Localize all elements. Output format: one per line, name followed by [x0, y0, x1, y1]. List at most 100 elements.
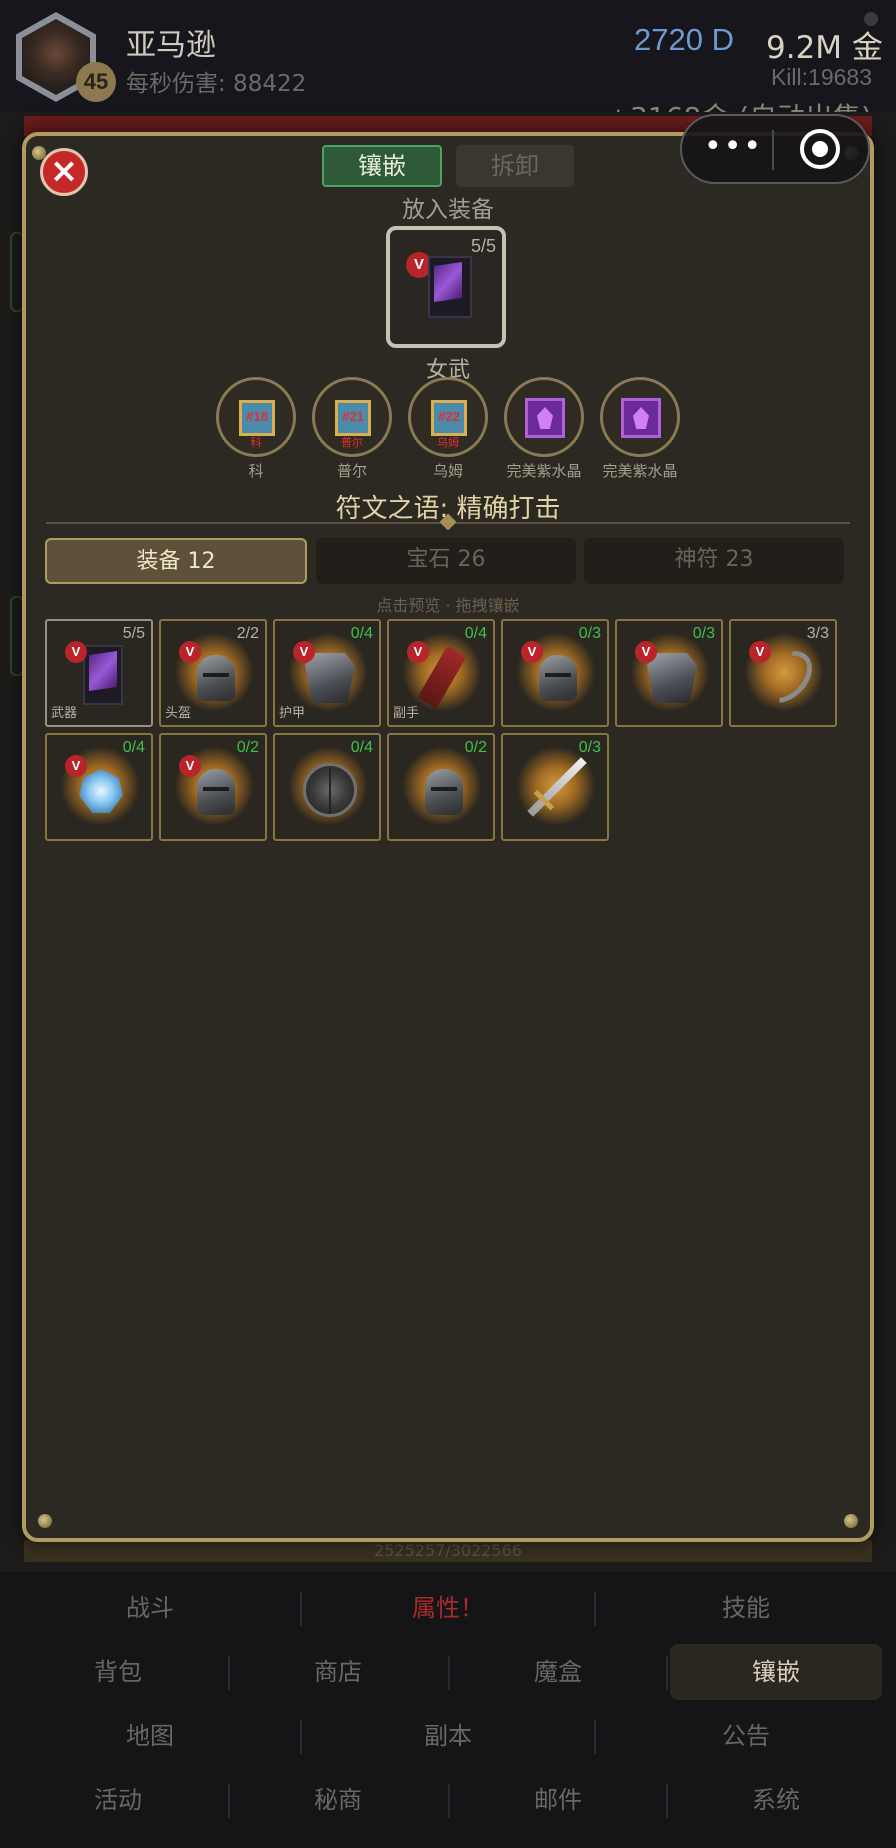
slot-label: 副手: [393, 706, 420, 721]
equipment-item[interactable]: V 0/2: [159, 733, 267, 841]
socket-count: 0/2: [236, 739, 259, 756]
v-badge: V: [179, 755, 201, 777]
helmet-icon: [539, 655, 577, 701]
equipment-item[interactable]: V 2/2 头盔: [159, 619, 267, 727]
socket-4[interactable]: [504, 377, 584, 457]
v-badge: V: [521, 641, 543, 663]
nav-map[interactable]: 地图: [0, 1710, 300, 1762]
filter-tab-gems[interactable]: 宝石 26: [316, 538, 576, 584]
socket-label: 普尔: [336, 462, 367, 480]
rune-sublabel: 普尔: [341, 436, 363, 449]
equipment-item[interactable]: V 3/3: [729, 619, 837, 727]
socket-1[interactable]: #18 科: [216, 377, 296, 457]
nav-divider: [666, 1784, 668, 1818]
shield-icon: [303, 763, 357, 817]
nav-attributes[interactable]: 属性！: [300, 1582, 596, 1634]
close-button[interactable]: ×: [40, 148, 88, 196]
nav-divider: [666, 1656, 668, 1690]
socket-count: 5/5: [470, 236, 496, 256]
socket-2[interactable]: #21 普尔: [312, 377, 392, 457]
corner-rivet: [844, 1514, 858, 1528]
socket-label: 乌姆: [432, 462, 463, 480]
equipment-item[interactable]: V 0/4 副手: [387, 619, 495, 727]
kill-count: Kill:19683: [770, 64, 872, 90]
nav-system[interactable]: 系统: [676, 1774, 876, 1826]
helmet-icon: [425, 769, 463, 815]
socket-count: 2/2: [236, 625, 259, 642]
rune-icon: #18: [239, 400, 275, 436]
socket-count: 0/3: [578, 625, 601, 642]
tab-inlay[interactable]: 镶嵌: [322, 145, 442, 187]
hp-bar: 2525257/3022566: [24, 1540, 872, 1562]
slot-label: 护甲: [279, 706, 306, 721]
equipment-item[interactable]: V 0/4 护甲: [273, 619, 381, 727]
socket-count: 0/3: [692, 625, 715, 642]
exit-target-icon[interactable]: [800, 129, 840, 169]
equipment-item[interactable]: V 0/4: [45, 733, 153, 841]
equipment-item[interactable]: V 5/5 武器: [45, 619, 153, 727]
equipment-item[interactable]: 0/3: [501, 733, 609, 841]
nav-secret-shop[interactable]: 秘商: [238, 1774, 438, 1826]
socket-label: 完美紫水晶: [602, 462, 678, 480]
rune-sublabel: 科: [250, 436, 262, 449]
socket-count: 3/3: [806, 625, 829, 642]
notification-dot: [864, 12, 878, 26]
v-badge: V: [749, 641, 771, 663]
level-badge: 45: [76, 62, 116, 102]
v-badge: V: [179, 641, 201, 663]
socket-5[interactable]: [600, 377, 680, 457]
rune-icon: #22: [431, 400, 467, 436]
place-equipment-label: 放入装备: [402, 197, 494, 223]
nav-battle[interactable]: 战斗: [0, 1582, 300, 1634]
socket-count: 0/3: [578, 739, 601, 756]
nav-mail[interactable]: 邮件: [458, 1774, 658, 1826]
nav-divider: [228, 1656, 230, 1690]
nav-notice[interactable]: 公告: [596, 1710, 896, 1762]
slot-label: 武器: [51, 706, 78, 721]
socket-count: 0/4: [350, 739, 373, 756]
helmet-icon: [197, 655, 235, 701]
amethyst-icon: [525, 398, 565, 438]
rune-icon: #21: [335, 400, 371, 436]
equipment-item[interactable]: 0/2: [387, 733, 495, 841]
armor-icon: [647, 653, 697, 703]
nav-divider: [448, 1656, 450, 1690]
v-badge: V: [65, 641, 87, 663]
equipment-item[interactable]: V 0/3: [615, 619, 723, 727]
nav-divider: [228, 1784, 230, 1818]
more-icon[interactable]: •••: [704, 130, 761, 166]
gem-card-icon: [428, 256, 472, 318]
player-name: 亚马逊: [126, 28, 216, 63]
socket-count: 0/2: [464, 739, 487, 756]
corner-rivet: [38, 1514, 52, 1528]
nav-activity[interactable]: 活动: [18, 1774, 218, 1826]
socket-count: 5/5: [122, 625, 145, 642]
socket-3[interactable]: #22 乌姆: [408, 377, 488, 457]
amethyst-icon: [621, 398, 661, 438]
nav-shop[interactable]: 商店: [238, 1646, 438, 1698]
hint-text: 点击预览 · 拖拽镶嵌: [376, 596, 520, 615]
socket-label: 科: [248, 462, 264, 480]
tab-remove[interactable]: 拆卸: [456, 145, 574, 187]
socket-count: 0/4: [464, 625, 487, 642]
capsule-divider: [772, 130, 774, 170]
nav-dungeon[interactable]: 副本: [300, 1710, 596, 1762]
slot-label: 头盔: [165, 706, 192, 721]
gem-card-icon: [83, 645, 123, 705]
equipment-item[interactable]: V 0/3: [501, 619, 609, 727]
socket-count: 0/4: [122, 739, 145, 756]
nav-bag[interactable]: 背包: [18, 1646, 218, 1698]
dps-text: 每秒伤害: 88422: [126, 71, 307, 97]
selected-equipment-slot[interactable]: V 5/5: [386, 226, 506, 348]
helmet-icon: [197, 769, 235, 815]
filter-tab-runes[interactable]: 神符 23: [584, 538, 844, 584]
nav-magic-box[interactable]: 魔盒: [458, 1646, 658, 1698]
rune-sublabel: 乌姆: [437, 436, 459, 449]
filter-tab-equipment[interactable]: 装备 12: [45, 538, 307, 584]
v-badge: V: [407, 641, 429, 663]
nav-inlay[interactable]: 镶嵌: [670, 1644, 882, 1700]
equipment-item[interactable]: 0/4: [273, 733, 381, 841]
diamond-currency: 2720 D: [634, 22, 734, 57]
nav-skills[interactable]: 技能: [596, 1582, 896, 1634]
nav-divider: [448, 1784, 450, 1818]
